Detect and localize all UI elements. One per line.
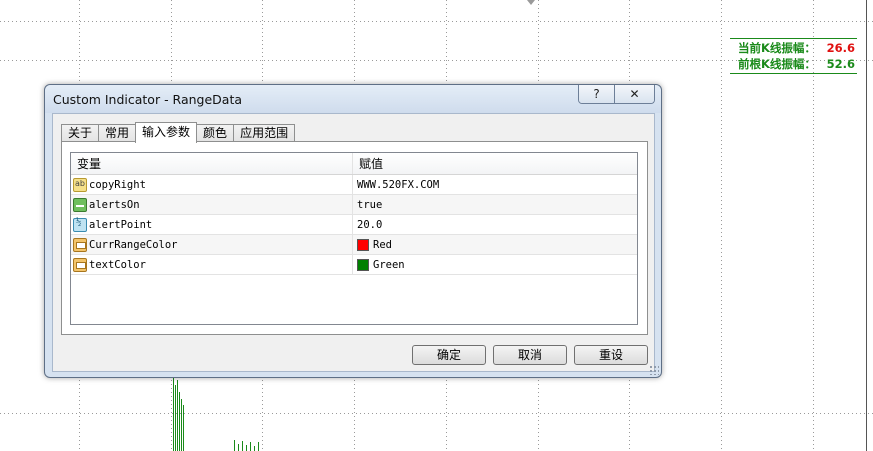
tab-common[interactable]: 常用	[98, 124, 137, 142]
param-value-cell[interactable]: Red	[353, 235, 392, 254]
param-name-cell: copyRight	[71, 175, 353, 194]
color-param-icon	[73, 257, 87, 272]
param-value-cell[interactable]: WWW.520FX.COM	[353, 175, 439, 194]
cancel-button[interactable]: 取消	[493, 345, 567, 365]
column-header-value[interactable]: 赋值	[353, 153, 383, 174]
param-value-cell[interactable]: 20.0	[353, 215, 382, 234]
parameters-grid: 变量 赋值 copyRight WWW.520FX.COM alert	[70, 152, 638, 325]
param-name-cell: textColor	[71, 255, 353, 274]
tab-strip: 关于 常用 输入参数 颜色 应用范围	[61, 122, 296, 143]
table-row[interactable]: copyRight WWW.520FX.COM	[71, 175, 637, 195]
previous-range-row: 前根K线振幅： 52.6	[730, 56, 857, 72]
param-value: true	[357, 198, 383, 211]
current-range-value: 26.6	[826, 41, 855, 55]
titlebar-buttons: ? ✕	[578, 85, 655, 104]
text-param-icon	[73, 177, 87, 192]
tab-about[interactable]: 关于	[61, 124, 100, 142]
current-range-label: 当前K线振幅：	[738, 41, 816, 55]
inputs-tab-panel: 变量 赋值 copyRight WWW.520FX.COM alert	[61, 141, 648, 335]
param-name: CurrRangeColor	[89, 238, 178, 251]
param-value-cell[interactable]: Green	[353, 255, 405, 274]
table-row[interactable]: textColor Green	[71, 255, 637, 275]
param-name: copyRight	[89, 178, 146, 191]
bool-param-icon	[73, 197, 87, 212]
close-icon: ✕	[629, 87, 640, 101]
tab-visualization[interactable]: 应用范围	[233, 124, 296, 142]
table-row[interactable]: alertsOn true	[71, 195, 637, 215]
dialog-client-area: 关于 常用 输入参数 颜色 应用范围 变量 赋值 copyRight WWW.5	[52, 113, 655, 372]
resize-grip[interactable]	[649, 365, 659, 375]
ok-button[interactable]: 确定	[412, 345, 486, 365]
param-name-cell: CurrRangeColor	[71, 235, 353, 254]
param-name: alertsOn	[89, 198, 140, 211]
previous-range-value: 52.6	[826, 57, 855, 71]
reset-button[interactable]: 重设	[574, 345, 648, 365]
param-value: WWW.520FX.COM	[357, 178, 440, 191]
close-button[interactable]: ✕	[614, 85, 654, 103]
param-value: Green	[373, 258, 405, 271]
help-button[interactable]: ?	[579, 85, 614, 103]
number-param-icon	[73, 217, 87, 232]
param-value-cell[interactable]: true	[353, 195, 382, 214]
previous-range-label: 前根K线振幅：	[738, 57, 816, 71]
table-row[interactable]: CurrRangeColor Red	[71, 235, 637, 255]
current-range-row: 当前K线振幅： 26.6	[730, 40, 857, 56]
color-swatch	[357, 238, 369, 251]
help-icon: ?	[593, 87, 600, 101]
grid-header: 变量 赋值	[71, 153, 637, 175]
param-name: textColor	[89, 258, 146, 271]
column-header-variable[interactable]: 变量	[71, 153, 353, 174]
param-name-cell: alertsOn	[71, 195, 353, 214]
param-name: alertPoint	[89, 218, 153, 231]
param-value: 20.0	[357, 218, 383, 231]
tab-colors[interactable]: 颜色	[196, 124, 235, 142]
custom-indicator-dialog: Custom Indicator - RangeData ? ✕ 关于 常用 输…	[44, 84, 662, 378]
table-row[interactable]: alertPoint 20.0	[71, 215, 637, 235]
dialog-title: Custom Indicator - RangeData	[53, 92, 243, 107]
range-info-panel: 当前K线振幅： 26.6 前根K线振幅： 52.6	[730, 38, 857, 74]
param-value: Red	[373, 238, 392, 251]
color-param-icon	[73, 237, 87, 252]
tab-inputs[interactable]: 输入参数	[135, 122, 198, 143]
dialog-titlebar[interactable]: Custom Indicator - RangeData ? ✕	[45, 85, 661, 113]
param-name-cell: alertPoint	[71, 215, 353, 234]
color-swatch	[357, 258, 369, 271]
